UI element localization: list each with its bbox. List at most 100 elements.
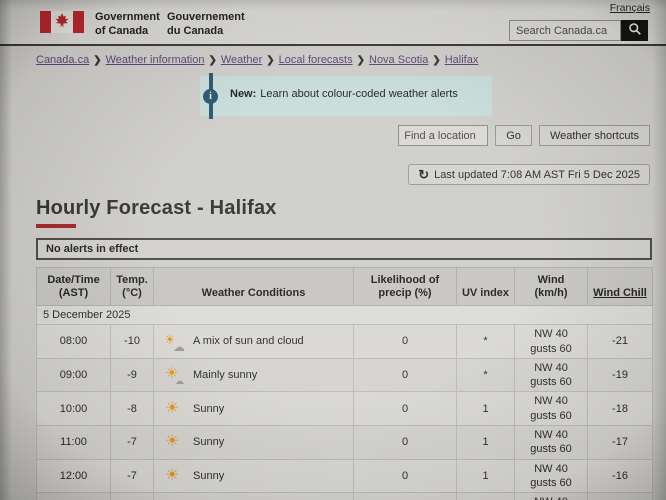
sun-cloud-icon: ☀☁ [163, 333, 185, 351]
date-group-label: 5 December 2025 [37, 306, 653, 325]
sun-icon: ☀ [163, 400, 185, 418]
wind-cell: NW 40 gusts 60 [515, 426, 588, 460]
breadcrumb-separator: ❯ [432, 55, 440, 66]
col-wind: Wind (km/h) [515, 268, 588, 306]
banner-new-label: New: [230, 88, 256, 100]
hourly-forecast-table: Date/Time (AST) Temp. (°C) Weather Condi… [36, 267, 653, 500]
last-updated-row: ↻ Last updated 7:08 AM AST Fri 5 Dec 202… [0, 164, 650, 185]
title-underline [36, 224, 76, 228]
time-cell: 13:00 [37, 493, 111, 500]
col-uv: UV index [457, 268, 515, 306]
breadcrumb-canada-ca[interactable]: Canada.ca [36, 54, 89, 66]
breadcrumb-weather-information[interactable]: Weather information [106, 54, 205, 66]
breadcrumb-local-forecasts[interactable]: Local forecasts [279, 54, 353, 66]
condition-text: Sunny [193, 435, 224, 449]
government-header: Government of Canada Gouvernement du Can… [0, 0, 666, 46]
condition-text: Mainly sunny [193, 368, 257, 382]
breadcrumb-separator: ❯ [93, 55, 101, 66]
last-updated-button[interactable]: ↻ Last updated 7:08 AM AST Fri 5 Dec 202… [408, 164, 650, 185]
sun-small-cloud-icon: ☀☁ [163, 366, 185, 384]
alert-status-box: No alerts in effect [36, 238, 652, 260]
breadcrumb-separator: ❯ [266, 55, 274, 66]
table-row: 08:00 -10 ☀☁ A mix of sun and cloud 0 * N… [37, 325, 653, 359]
col-conditions: Weather Conditions [154, 268, 354, 306]
canada-flag-icon [40, 11, 84, 38]
temp-cell: -10 [111, 325, 154, 359]
table-header-row: Date/Time (AST) Temp. (°C) Weather Condi… [37, 268, 653, 306]
breadcrumb: Canada.ca❯Weather information❯Weather❯Lo… [0, 46, 666, 66]
date-group-row: 5 December 2025 [37, 306, 653, 325]
uv-cell: 1 [457, 426, 515, 460]
location-bar: Go Weather shortcuts [0, 125, 650, 146]
temp-cell: -6 [111, 493, 154, 500]
precip-cell: 0 [354, 358, 457, 392]
uv-cell: 1 [457, 392, 515, 426]
banner-text: Learn about colour-coded weather alerts [260, 88, 458, 100]
wind-chill-cell: -16 [588, 459, 653, 493]
precip-cell: 0 [354, 493, 457, 500]
condition-text: Sunny [193, 469, 224, 483]
uv-cell: * [457, 358, 515, 392]
last-updated-text: Last updated 7:08 AM AST Fri 5 Dec 2025 [434, 169, 640, 181]
table-row: 11:00 -7 ☀ Sunny 0 1 NW 40 gusts 60 -17 [37, 426, 653, 460]
wind-chill-cell: -21 [588, 325, 653, 359]
time-cell: 09:00 [37, 358, 111, 392]
table-row: 10:00 -8 ☀ Sunny 0 1 NW 40 gusts 60 -18 [37, 392, 653, 426]
uv-cell: * [457, 325, 515, 359]
search-button[interactable] [621, 20, 648, 41]
time-cell: 11:00 [37, 426, 111, 460]
precip-cell: 0 [354, 426, 457, 460]
find-location-input[interactable] [398, 125, 488, 146]
search-input[interactable] [509, 20, 621, 41]
table-row: 09:00 -9 ☀☁ Mainly sunny 0 * NW 40 gusts … [37, 358, 653, 392]
weather-shortcuts-button[interactable]: Weather shortcuts [539, 125, 650, 146]
breadcrumb-separator: ❯ [357, 55, 365, 66]
wind-cell: NW 40 gusts 60 [515, 493, 588, 500]
wind-cell: NW 40 gusts 60 [515, 392, 588, 426]
time-cell: 08:00 [37, 325, 111, 359]
government-of-canada-label: Government of Canada [95, 11, 160, 39]
temp-cell: -8 [111, 392, 154, 426]
sun-icon: ☀ [163, 467, 185, 485]
search-icon [628, 22, 642, 39]
wind-chill-cell: -16 [588, 493, 653, 500]
banner-message[interactable]: New: Learn about colour-coded weather ale… [230, 88, 458, 100]
breadcrumb-weather[interactable]: Weather [221, 54, 262, 66]
time-cell: 12:00 [37, 459, 111, 493]
precip-cell: 0 [354, 459, 457, 493]
condition-text: A mix of sun and cloud [193, 334, 304, 348]
language-toggle-link[interactable]: Français [610, 2, 650, 14]
condition-text: Sunny [193, 402, 224, 416]
new-alerts-banner: i New: Learn about colour-coded weather a… [200, 76, 492, 116]
wind-cell: NW 40 gusts 60 [515, 358, 588, 392]
temp-cell: -9 [111, 358, 154, 392]
col-wind-chill-link[interactable]: Wind Chill [588, 268, 653, 306]
table-row: 13:00 -6 ☀Sunny 0 1 NW 40 gusts 60 -16 [37, 493, 653, 500]
precip-cell: 0 [354, 325, 457, 359]
info-icon: i [203, 89, 218, 104]
sun-icon: ☀ [163, 433, 185, 451]
time-cell: 10:00 [37, 392, 111, 426]
breadcrumb-separator: ❯ [208, 55, 216, 66]
col-precip: Likelihood of precip (%) [354, 268, 457, 306]
go-button[interactable]: Go [495, 125, 532, 146]
col-temp: Temp. (°C) [111, 268, 154, 306]
wind-chill-cell: -18 [588, 392, 653, 426]
uv-cell: 1 [457, 493, 515, 500]
refresh-icon: ↻ [418, 168, 429, 181]
gouvernement-du-canada-label: Gouvernement du Canada [167, 11, 245, 39]
wind-cell: NW 40 gusts 60 [515, 325, 588, 359]
breadcrumb-nova-scotia[interactable]: Nova Scotia [369, 54, 428, 66]
weather-gc-page: Government of Canada Gouvernement du Can… [0, 0, 666, 500]
breadcrumb-halifax[interactable]: Halifax [445, 54, 479, 66]
wind-chill-cell: -17 [588, 426, 653, 460]
wind-cell: NW 40 gusts 60 [515, 459, 588, 493]
temp-cell: -7 [111, 426, 154, 460]
uv-cell: 1 [457, 459, 515, 493]
col-date-time: Date/Time (AST) [37, 268, 111, 306]
site-search [509, 20, 648, 41]
page-title: Hourly Forecast - Halifax [36, 197, 666, 220]
table-row: 12:00 -7 ☀Sunny 0 1 NW 40 gusts 60 -16 [37, 459, 653, 493]
precip-cell: 0 [354, 392, 457, 426]
wind-chill-cell: -19 [588, 358, 653, 392]
